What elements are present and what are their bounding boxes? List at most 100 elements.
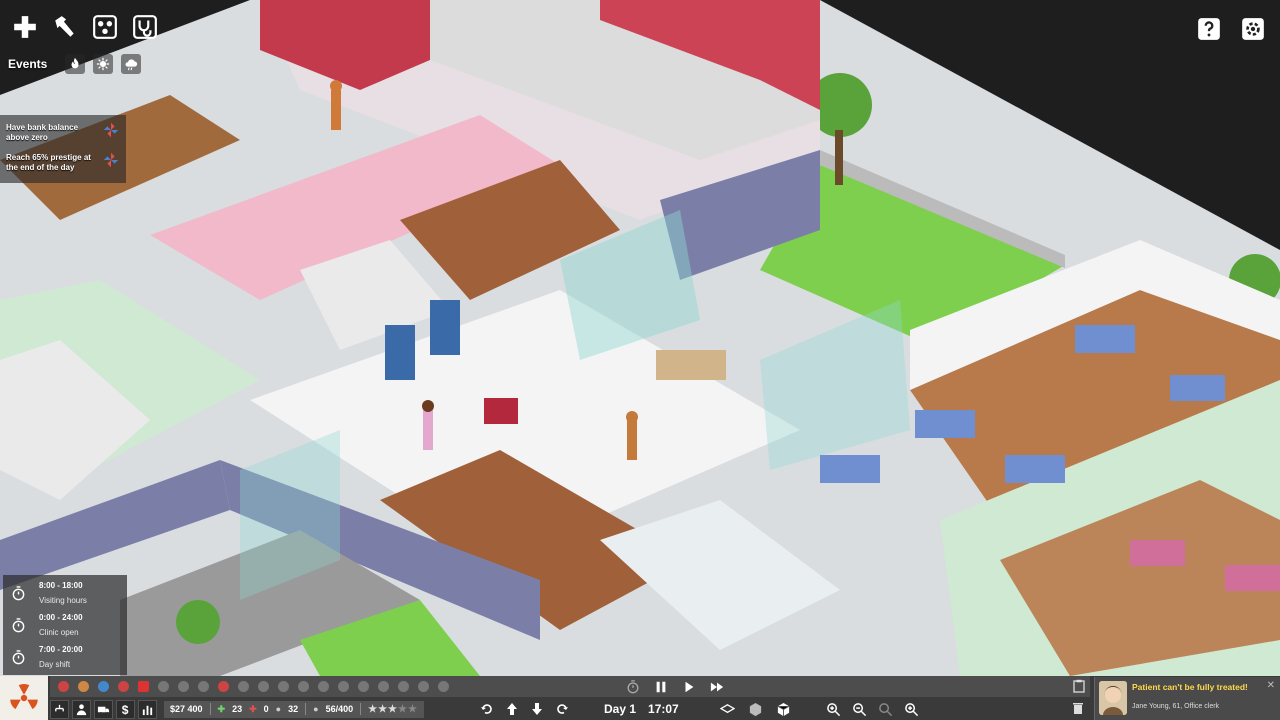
goal-item[interactable]: Reach 65% prestige at the end of the day xyxy=(6,149,120,179)
patient-avatar xyxy=(1099,681,1127,715)
room-category-icon[interactable] xyxy=(136,679,151,694)
money-value: $27 400 xyxy=(170,704,203,714)
help-button[interactable] xyxy=(1194,14,1224,44)
room-category-icon[interactable] xyxy=(436,679,451,694)
ambulance-icon xyxy=(97,706,110,714)
room-category-icon[interactable] xyxy=(276,679,291,694)
patients-red-value: 0 xyxy=(263,704,269,714)
main-toolbar xyxy=(10,12,160,42)
schedule-panel: 8:00 - 18:00 Visiting hours 0:00 - 24:00 C… xyxy=(3,575,127,675)
notification-subtitle: Jane Young, 61, Office clerk xyxy=(1132,703,1220,710)
zoom-reset-icon xyxy=(878,702,892,716)
top-right-controls xyxy=(1194,14,1268,44)
room-category-icon[interactable] xyxy=(176,679,191,694)
stopwatch-icon xyxy=(627,679,639,693)
capacity-icon: ● xyxy=(313,704,319,714)
ambulance-button[interactable] xyxy=(94,699,113,719)
schedule-row[interactable]: 7:00 - 20:00 Day shift xyxy=(7,641,123,673)
zoom-in-button[interactable] xyxy=(824,700,842,718)
arrow-down-icon xyxy=(531,703,542,715)
trash-icon[interactable] xyxy=(1071,701,1086,716)
weather-event-button[interactable] xyxy=(121,54,142,74)
room-category-icon[interactable] xyxy=(296,679,311,694)
notification-toast[interactable]: Patient can't be fully treated! Jane You… xyxy=(1094,677,1280,720)
room-category-icon[interactable] xyxy=(216,679,231,694)
zoom-max-button[interactable] xyxy=(902,700,920,718)
virus-event-button[interactable] xyxy=(93,54,114,74)
zoom-reset-button[interactable] xyxy=(876,700,894,718)
pause-button[interactable] xyxy=(652,678,670,696)
radiation-logo-icon[interactable] xyxy=(0,676,48,720)
room-category-icon[interactable] xyxy=(116,679,131,694)
staff-button[interactable] xyxy=(90,12,120,42)
person-icon xyxy=(76,703,87,715)
room-category-icon[interactable] xyxy=(236,679,251,694)
bottom-toolbar: $ $27 400 ✚ 23 ✚ 0 ● 32 ● 56/400 ★★★★★ D… xyxy=(0,676,1280,720)
game-world[interactable] xyxy=(0,0,1280,676)
room-category-icon[interactable] xyxy=(396,679,411,694)
walls-high-button[interactable] xyxy=(774,700,792,718)
view-mode-controls xyxy=(718,700,792,718)
zoom-out-button[interactable] xyxy=(850,700,868,718)
hierarchy-button[interactable] xyxy=(50,699,69,719)
close-icon[interactable]: ✕ xyxy=(1267,680,1275,691)
hospital-stats[interactable]: $27 400 ✚ 23 ✚ 0 ● 32 ● 56/400 ★★★★★ xyxy=(164,700,424,718)
zoom-out-icon xyxy=(852,702,866,716)
schedule-row[interactable]: 8:00 - 18:00 Visiting hours xyxy=(7,577,123,609)
floor-up-button[interactable] xyxy=(503,701,520,718)
fire-event-button[interactable] xyxy=(65,54,86,74)
goal-text: Reach 65% prestige at the end of the day xyxy=(6,152,91,172)
star-icon: ★ xyxy=(368,703,379,715)
room-category-icon[interactable] xyxy=(376,679,391,694)
room-category-icon[interactable] xyxy=(336,679,351,694)
medical-button[interactable] xyxy=(130,12,160,42)
schedule-time: 7:00 - 20:00 xyxy=(39,645,83,654)
stopwatch-button[interactable] xyxy=(624,678,642,696)
room-category-icon[interactable] xyxy=(256,679,271,694)
room-category-icon[interactable] xyxy=(76,679,91,694)
edit-button[interactable] xyxy=(50,12,80,42)
cube-outline-icon xyxy=(749,702,761,716)
dollar-icon: $ xyxy=(122,703,129,716)
events-label: Events xyxy=(8,57,48,71)
goal-text: Have bank balance above zero xyxy=(6,122,79,142)
schedule-time: 8:00 - 18:00 xyxy=(39,581,83,590)
plus-icon xyxy=(14,16,36,38)
star-icon: ★ xyxy=(388,703,398,715)
staff-count-value: 32 xyxy=(288,704,299,714)
room-category-icon[interactable] xyxy=(356,679,371,694)
notification-title: Patient can't be fully treated! xyxy=(1132,682,1248,692)
clipboard-icon[interactable] xyxy=(1072,679,1086,693)
schedule-row[interactable]: 0:00 - 24:00 Clinic open xyxy=(7,609,123,641)
walls-low-button[interactable] xyxy=(746,700,764,718)
fast-forward-button[interactable] xyxy=(708,678,726,696)
build-button[interactable] xyxy=(10,12,40,42)
rotate-right-button[interactable] xyxy=(553,701,570,718)
settings-button[interactable] xyxy=(1238,14,1268,44)
layers-icon xyxy=(719,703,735,713)
floor-down-button[interactable] xyxy=(528,701,545,718)
pinwheel-icon xyxy=(102,151,120,174)
zoom-in-icon xyxy=(826,702,840,716)
star-icon: ★ xyxy=(398,703,408,715)
room-category-icon[interactable] xyxy=(96,679,111,694)
play-button[interactable] xyxy=(680,678,698,696)
staff-list-button[interactable] xyxy=(72,699,91,719)
floor-view-button[interactable] xyxy=(718,700,736,718)
capacity-value: 56/400 xyxy=(325,704,354,714)
room-category-icon[interactable] xyxy=(156,679,171,694)
goal-item[interactable]: Have bank balance above zero xyxy=(6,119,120,149)
dead-patient-icon: ✚ xyxy=(249,703,257,714)
room-category-bar xyxy=(50,676,1090,697)
status-bar: $ $27 400 ✚ 23 ✚ 0 ● 32 ● 56/400 ★★★★★ D… xyxy=(50,698,1090,720)
goals-panel: Have bank balance above zero Reach 65% p… xyxy=(0,115,126,183)
room-category-icon[interactable] xyxy=(316,679,331,694)
schedule-label: Clinic open xyxy=(39,628,79,637)
room-category-icon[interactable] xyxy=(196,679,211,694)
rotate-left-button[interactable] xyxy=(478,701,495,718)
statistics-button[interactable] xyxy=(138,699,157,719)
room-category-icon[interactable] xyxy=(416,679,431,694)
room-category-icon[interactable] xyxy=(56,679,71,694)
staff-count-icon: ● xyxy=(275,704,282,714)
finance-button[interactable]: $ xyxy=(116,699,135,719)
